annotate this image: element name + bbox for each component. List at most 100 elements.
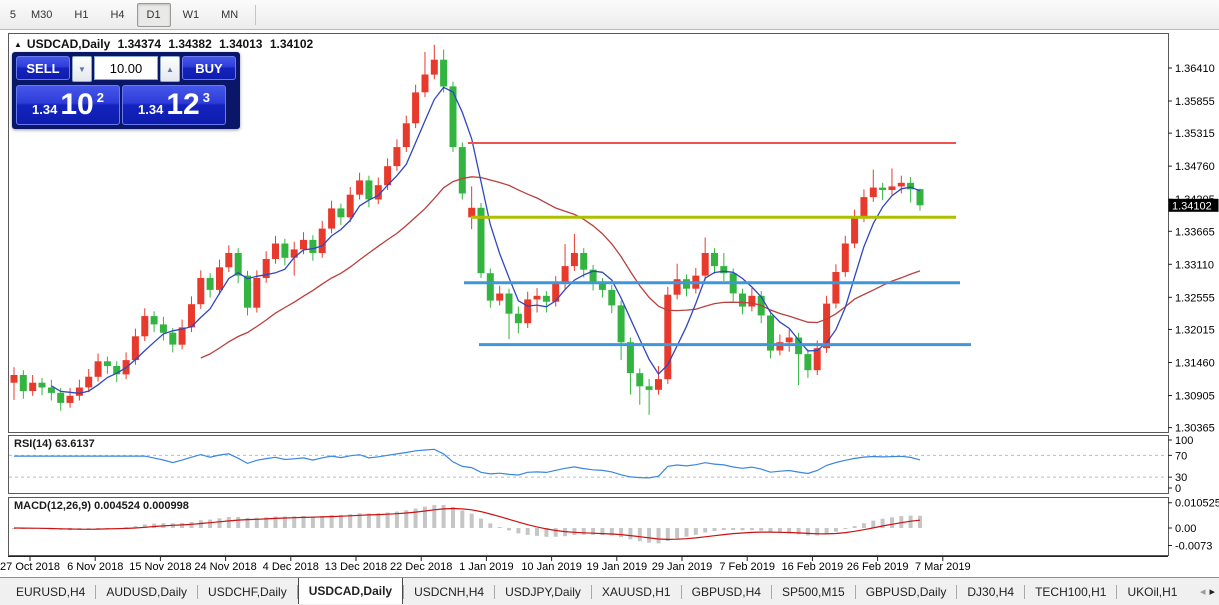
macd-bar bbox=[516, 528, 521, 534]
macd-bar bbox=[656, 528, 661, 544]
macd-bar bbox=[479, 518, 483, 528]
macd-axis-label: 0.010525 bbox=[1175, 498, 1219, 510]
macd-bar bbox=[310, 516, 315, 528]
candle-body bbox=[337, 208, 345, 218]
price-axis-label: 1.35855 bbox=[1175, 96, 1215, 108]
macd-bar bbox=[581, 528, 586, 535]
tab-tech100-h1[interactable]: TECH100,H1 bbox=[1025, 580, 1116, 604]
macd-bar bbox=[721, 528, 726, 531]
price-axis-label: 1.34760 bbox=[1175, 161, 1215, 173]
tab-usdchf-daily[interactable]: USDCHF,Daily bbox=[198, 580, 297, 604]
date-axis-label: 29 Jan 2019 bbox=[652, 561, 713, 573]
rsi-indicator-label: RSI(14) 63.6137 bbox=[14, 438, 95, 450]
candle-body bbox=[225, 253, 233, 268]
tab-sp500-m15[interactable]: SP500,M15 bbox=[772, 580, 855, 604]
buy-button[interactable]: BUY bbox=[182, 56, 236, 80]
tab-usdcnh-h4[interactable]: USDCNH,H4 bbox=[404, 580, 494, 604]
candle-body bbox=[430, 59, 438, 75]
buy-price-button[interactable]: 1.34 12 3 bbox=[122, 85, 226, 125]
ohlc-high: 1.34382 bbox=[168, 37, 212, 51]
macd-bar bbox=[703, 528, 708, 533]
volume-input[interactable]: 10.00 bbox=[94, 56, 158, 80]
buy-price-small: 1.34 bbox=[138, 102, 164, 117]
candle-body bbox=[159, 324, 167, 333]
candle-body bbox=[75, 387, 83, 396]
current-price-value: 1.34102 bbox=[1172, 200, 1212, 212]
candle-body bbox=[542, 295, 550, 302]
macd-bar bbox=[525, 528, 530, 535]
tabs-scroll-right-icon[interactable]: ▸ bbox=[1209, 585, 1215, 598]
ohlc-low: 1.34013 bbox=[219, 37, 263, 51]
price-axis-label: 1.30905 bbox=[1175, 391, 1215, 403]
candle-body bbox=[309, 239, 317, 253]
tab-xauusd-h1[interactable]: XAUUSD,H1 bbox=[592, 580, 681, 604]
candle-body bbox=[739, 293, 746, 307]
date-axis-label: 6 Nov 2018 bbox=[67, 561, 123, 573]
candle-body bbox=[29, 382, 37, 391]
tab-ukoil-h1[interactable]: UKOil,H1 bbox=[1117, 580, 1187, 604]
candle-body bbox=[290, 249, 298, 258]
tab-audusd-daily[interactable]: AUDUSD,Daily bbox=[96, 580, 197, 604]
candle-body bbox=[869, 187, 877, 198]
candle-body bbox=[103, 361, 111, 367]
date-axis-label: 1 Jan 2019 bbox=[459, 561, 513, 573]
candle-body bbox=[318, 228, 326, 253]
tab-gbpusd-daily[interactable]: GBPUSD,Daily bbox=[856, 580, 957, 604]
macd-bar bbox=[890, 517, 894, 528]
date-axis-label: 22 Dec 2018 bbox=[390, 561, 452, 573]
chart-symbol-label: USDCAD,Daily bbox=[26, 37, 111, 51]
candle-body bbox=[851, 217, 859, 244]
candle-body bbox=[402, 123, 410, 148]
candle-body bbox=[785, 337, 793, 343]
date-axis-label: 7 Mar 2019 bbox=[915, 561, 971, 573]
ohlc-close: 1.34102 bbox=[269, 37, 314, 51]
tabs-scroll-left-icon[interactable]: ◂ bbox=[1200, 585, 1206, 598]
ohlc-open: 1.34374 bbox=[117, 37, 162, 51]
candle-body bbox=[608, 289, 616, 306]
tab-usdjpy-daily[interactable]: USDJPY,Daily bbox=[495, 580, 591, 604]
macd-bar bbox=[740, 528, 745, 531]
volume-decrease-button[interactable]: ▼ bbox=[72, 56, 92, 82]
macd-bar bbox=[693, 528, 698, 535]
macd-bar bbox=[423, 506, 427, 528]
tab-gbpusd-h4[interactable]: GBPUSD,H4 bbox=[682, 580, 771, 604]
candle-body bbox=[655, 379, 662, 390]
macd-bar bbox=[217, 518, 222, 528]
macd-bar bbox=[712, 528, 717, 531]
candle-body bbox=[300, 239, 307, 250]
macd-bar bbox=[628, 528, 633, 540]
date-axis-label: 24 Nov 2018 bbox=[194, 561, 256, 573]
macd-bar bbox=[918, 515, 922, 528]
candle-body bbox=[272, 243, 279, 259]
candle-body bbox=[440, 59, 448, 87]
tab-usdcad-daily[interactable]: USDCAD,Daily bbox=[297, 578, 404, 604]
candle-body bbox=[888, 186, 896, 190]
mt4-terminal-window: 5 M30 H1 H4 D1 W1 MN 1.36410 1.35855 1.35315 1.34… bbox=[0, 0, 1219, 605]
price-axis-label: 1.32555 bbox=[1175, 292, 1215, 304]
candle-body bbox=[365, 180, 373, 200]
candle-body bbox=[449, 86, 457, 148]
tab-eurusd-h4[interactable]: EURUSD,H4 bbox=[6, 580, 95, 604]
candle-body bbox=[10, 375, 18, 383]
chart-header: ▲ USDCAD,Daily 1.34374 1.34382 1.34013 1.… bbox=[14, 37, 317, 51]
candle-body bbox=[66, 395, 74, 403]
buy-price-big: 12 bbox=[166, 88, 200, 121]
date-axis-label: 13 Dec 2018 bbox=[325, 561, 387, 573]
macd-bar bbox=[731, 528, 736, 530]
triangle-down-icon: ▼ bbox=[78, 64, 86, 74]
macd-bar bbox=[469, 513, 474, 528]
candle-body bbox=[47, 387, 55, 393]
price-axis-label: 1.36410 bbox=[1175, 63, 1215, 75]
volume-increase-button[interactable]: ▲ bbox=[160, 56, 180, 82]
candle-body bbox=[711, 253, 718, 267]
rsi-panel[interactable] bbox=[8, 435, 1169, 494]
collapse-triangle-icon[interactable]: ▲ bbox=[14, 40, 22, 49]
candle-body bbox=[813, 348, 821, 371]
sell-button[interactable]: SELL bbox=[16, 56, 70, 80]
candle-body bbox=[38, 382, 46, 388]
macd-bar bbox=[833, 528, 838, 532]
sell-price-button[interactable]: 1.34 10 2 bbox=[16, 85, 120, 125]
tab-dj30-h4[interactable]: DJ30,H4 bbox=[957, 580, 1024, 604]
candle-body bbox=[356, 180, 364, 195]
candle-body bbox=[823, 303, 831, 349]
